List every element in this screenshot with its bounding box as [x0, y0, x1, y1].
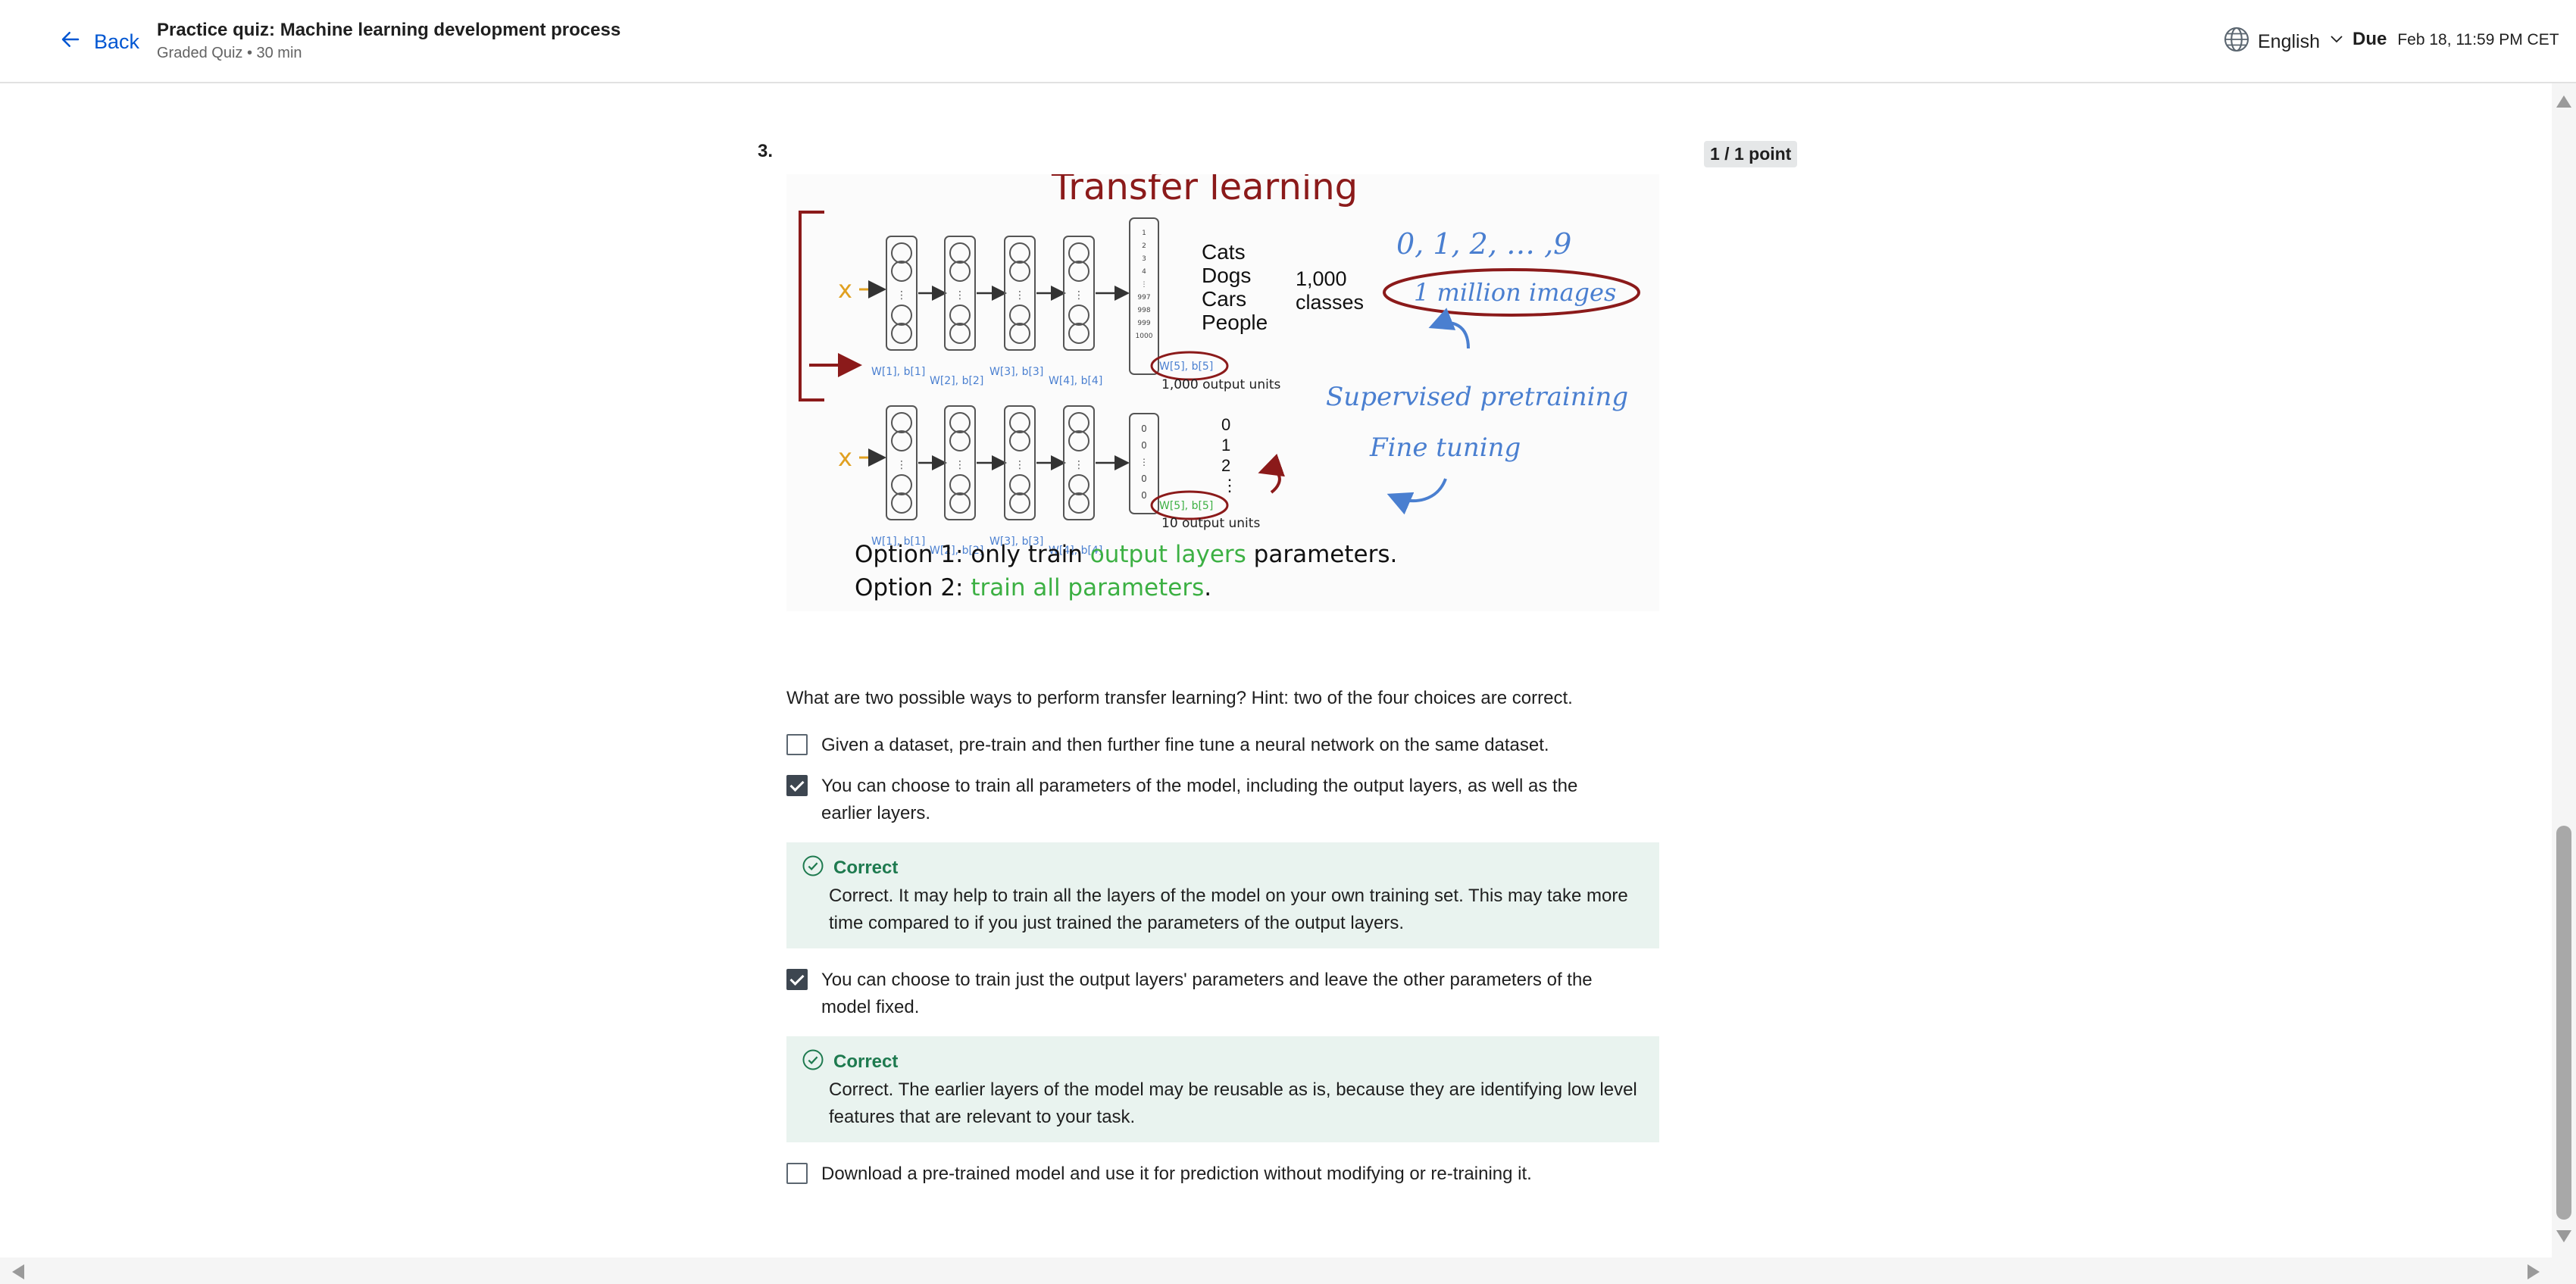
- transfer-learning-figure: Transfer learning x ⋮ W[1], b[1] ⋮ W[2], b[…: [786, 174, 1659, 611]
- question-number: 3.: [758, 141, 774, 161]
- checkbox-option-3[interactable]: [786, 969, 808, 990]
- class-cars: Cars: [1202, 287, 1246, 311]
- vertical-scrollbar[interactable]: [2552, 83, 2576, 1257]
- svg-text:00⋮00: 0 0 ⋮ 0 0: [1140, 423, 1149, 501]
- language-selector[interactable]: English: [2223, 26, 2346, 58]
- classes-count: 1,000: [1296, 267, 1347, 290]
- output-units-1000: 1,000 output units: [1161, 377, 1280, 392]
- figure-option-2: Option 2: train all parameters.: [855, 574, 1211, 601]
- class-cats: Cats: [1202, 240, 1246, 264]
- svg-text:1234⋮9979989991000: 1 2 3 4 ⋮ 997 998 999 1000: [1136, 230, 1153, 340]
- feedback-title: Correct: [833, 857, 899, 878]
- class-dogs: Dogs: [1202, 264, 1251, 287]
- million-images-label: 1 million images: [1414, 278, 1616, 307]
- due-label: Due: [2352, 29, 2387, 49]
- option2-prefix: Option 2:: [855, 574, 971, 601]
- arrow-left-icon: [59, 28, 82, 56]
- globe-icon: [2223, 26, 2250, 58]
- class-list: Cats Dogs Cars People: [1202, 240, 1268, 334]
- scroll-up-icon[interactable]: [2556, 95, 2571, 108]
- quiz-subtitle: Graded Quiz • 30 min: [157, 45, 302, 61]
- bottom-output-layer: 0 0 ⋮ 0 0: [1129, 413, 1159, 514]
- check-circle-icon: [802, 854, 824, 881]
- checkbox-option-4[interactable]: [786, 1163, 808, 1184]
- figure-option-1: Option 1: only train output layers param…: [855, 541, 1397, 568]
- figure-title: Transfer learning: [1051, 174, 1358, 208]
- option2-suffix: .: [1204, 574, 1211, 601]
- option-1-text: Given a dataset, pre-train and then furt…: [821, 735, 1549, 755]
- answer-option-4[interactable]: Download a pre-trained model and use it …: [786, 1161, 1620, 1188]
- scroll-left-icon[interactable]: [12, 1264, 24, 1279]
- feedback-option-2: Correct Correct. It may help to train al…: [786, 842, 1659, 948]
- feedback-option-3: Correct Correct. The earlier layers of t…: [786, 1036, 1659, 1142]
- scroll-down-icon[interactable]: [2556, 1230, 2571, 1242]
- chevron-down-icon: [2327, 30, 2346, 54]
- back-label: Back: [94, 30, 140, 53]
- svg-text:⋮: ⋮: [1014, 289, 1025, 301]
- option-3-text: You can choose to train just the output …: [821, 970, 1593, 1017]
- option-4-text: Download a pre-trained model and use it …: [821, 1164, 1532, 1184]
- digits-label: 0, 1, 2, … ,9: [1396, 227, 1571, 261]
- digit-more: ⋮: [1221, 476, 1238, 495]
- param-label: W[2], b[2]: [930, 375, 983, 387]
- param-label: W[1], b[1]: [871, 366, 925, 378]
- quiz-title: Practice quiz: Machine learning developm…: [157, 20, 621, 40]
- points-badge: 1 / 1 point: [1704, 141, 1798, 167]
- svg-text:⋮: ⋮: [896, 289, 907, 301]
- checkbox-option-2[interactable]: [786, 775, 808, 796]
- svg-text:⋮: ⋮: [1014, 459, 1025, 471]
- top-bar: Back Practice quiz: Machine learning dev…: [0, 0, 2576, 83]
- param-label: W[3], b[3]: [989, 366, 1043, 378]
- question-prompt: What are two possible ways to perform tr…: [786, 688, 1573, 708]
- answer-option-2[interactable]: You can choose to train all parameters o…: [786, 773, 1620, 827]
- digit-2: 2: [1221, 456, 1230, 475]
- top-output-layer: 1 2 3 4 ⋮ 997 998 999 1000: [1129, 217, 1159, 375]
- option-2-text: You can choose to train all parameters o…: [821, 776, 1578, 823]
- feedback-text: Correct. The earlier layers of the model…: [829, 1079, 1637, 1127]
- option1-highlight: output layers: [1090, 541, 1246, 568]
- check-circle-icon: [802, 1048, 824, 1075]
- output-units-10: 10 output units: [1161, 516, 1260, 531]
- option1-suffix: parameters.: [1246, 541, 1398, 568]
- classes-word: classes: [1296, 291, 1364, 314]
- svg-text:⋮: ⋮: [1074, 459, 1084, 471]
- answer-option-1[interactable]: Given a dataset, pre-train and then furt…: [786, 732, 1620, 759]
- svg-text:⋮: ⋮: [1074, 289, 1084, 301]
- option2-highlight: train all parameters: [971, 574, 1204, 601]
- top-network: ⋮ W[1], b[1] ⋮ W[2], b[2] ⋮ W[3], b[3] ⋮ W[4], …: [871, 236, 1130, 387]
- param-label-top-5: W[5], b[5]: [1159, 361, 1213, 373]
- feedback-text: Correct. It may help to train all the la…: [829, 886, 1628, 933]
- fine-tuning-label: Fine tuning: [1369, 433, 1521, 463]
- digit-1: 1: [1221, 436, 1230, 455]
- input-x-bottom: x: [838, 443, 852, 472]
- svg-text:⋮: ⋮: [896, 459, 907, 471]
- param-label-bottom-5: W[5], b[5]: [1159, 500, 1213, 512]
- horizontal-scrollbar[interactable]: [0, 1257, 2576, 1284]
- language-label: English: [2258, 30, 2320, 52]
- back-button[interactable]: Back: [59, 26, 139, 58]
- bottom-network: ⋮W[1], b[1]⋮W[2], b[2]⋮W[3], b[3]⋮W[4], …: [871, 405, 1130, 557]
- due-date: Feb 18, 11:59 PM CET: [2397, 31, 2559, 48]
- input-x-top: x: [838, 275, 852, 304]
- scroll-thumb[interactable]: [2556, 826, 2571, 1220]
- checkbox-option-1[interactable]: [786, 734, 808, 755]
- feedback-title: Correct: [833, 1051, 899, 1072]
- answer-option-3[interactable]: You can choose to train just the output …: [786, 967, 1620, 1021]
- scroll-right-icon[interactable]: [2528, 1264, 2540, 1279]
- supervised-pretraining-label: Supervised pretraining: [1326, 382, 1628, 412]
- svg-text:⋮: ⋮: [955, 289, 965, 301]
- param-label: W[4], b[4]: [1049, 375, 1102, 387]
- due-info: Due Feb 18, 11:59 PM CET: [2352, 29, 2559, 50]
- svg-text:⋮: ⋮: [955, 459, 965, 471]
- quiz-title-block: Practice quiz: Machine learning developm…: [157, 18, 621, 64]
- digit-0: 0: [1221, 415, 1230, 434]
- class-people: People: [1202, 311, 1268, 334]
- option1-prefix: Option 1: only train: [855, 541, 1090, 568]
